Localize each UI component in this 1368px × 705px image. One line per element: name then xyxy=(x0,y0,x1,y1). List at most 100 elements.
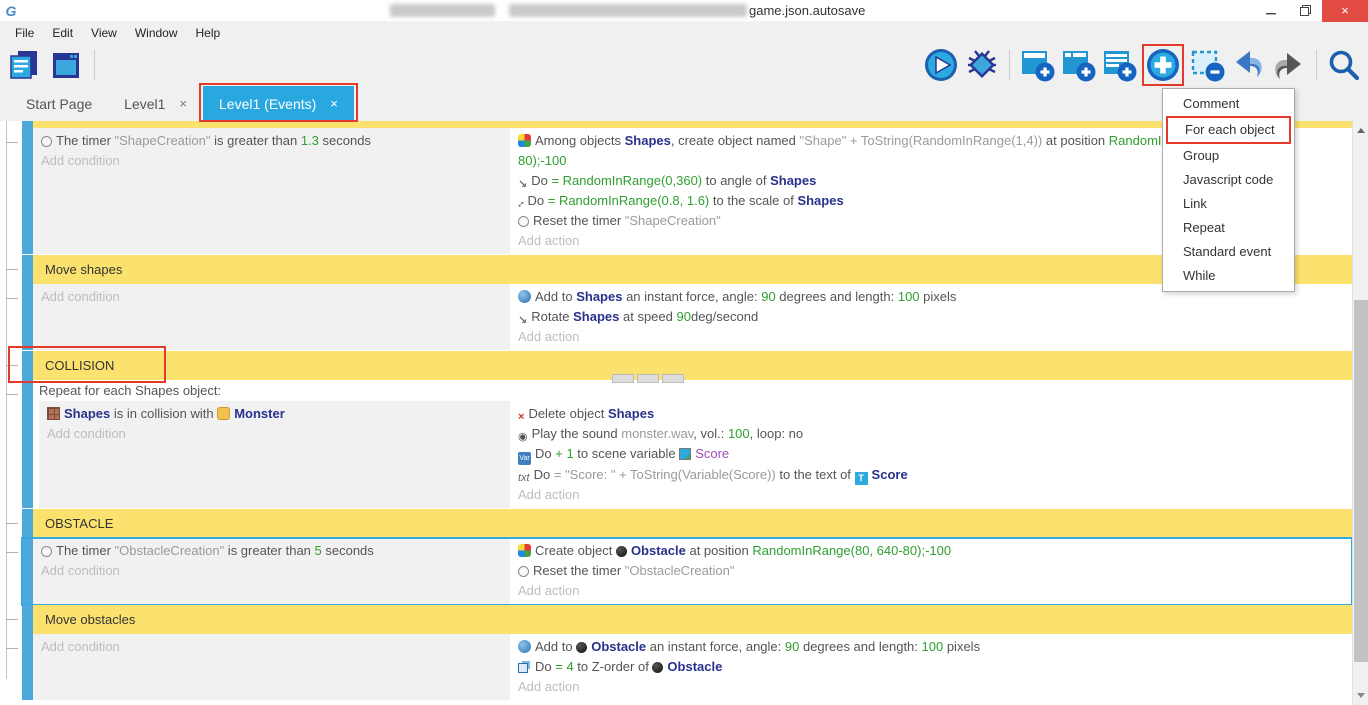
condition-line[interactable]: Shapes is in collision with Monster xyxy=(39,404,510,424)
menu-view[interactable]: View xyxy=(82,22,126,44)
event-row[interactable]: Add conditionAdd to Obstacle an instant … xyxy=(22,634,1352,701)
event-handle-bar[interactable] xyxy=(22,284,33,350)
action-line[interactable]: Create object Obstacle at position Rando… xyxy=(510,541,1352,561)
actions-column: ×Delete object Shapes◉Play the sound mon… xyxy=(510,401,1352,508)
text-segment: , create object named xyxy=(671,133,800,148)
text-segment: The timer xyxy=(56,133,115,148)
close-button[interactable]: × xyxy=(1322,0,1368,22)
obstacle-icon xyxy=(652,662,663,673)
sound-icon: ◉ xyxy=(518,431,528,444)
action-line[interactable]: ↘Rotate Shapes at speed 90deg/second xyxy=(510,307,1352,327)
event-handle-bar[interactable] xyxy=(22,128,33,254)
event-handle-bar[interactable] xyxy=(22,351,33,380)
context-menu-item-while[interactable]: While xyxy=(1163,264,1294,288)
event-row[interactable]: The timer "ShapeCreation" is greater tha… xyxy=(22,128,1352,255)
text-segment: Obstacle xyxy=(631,543,686,558)
action-line[interactable]: ×Delete object Shapes xyxy=(510,404,1352,424)
scroll-up-arrow-icon[interactable] xyxy=(1357,128,1365,133)
event-handle-bar[interactable] xyxy=(22,538,33,604)
event-handle-bar[interactable] xyxy=(22,509,33,538)
text-segment: at position xyxy=(1042,133,1109,148)
event-handle-bar[interactable] xyxy=(22,255,33,284)
action-line[interactable]: txtDo = "Score: " + ToString(Variable(Sc… xyxy=(510,465,1352,485)
tab-start-page[interactable]: Start Page xyxy=(10,86,108,121)
context-menu-item-group[interactable]: Group xyxy=(1163,144,1294,168)
undo-icon[interactable] xyxy=(1230,47,1266,83)
timer-icon xyxy=(518,566,529,577)
text-segment: is greater than xyxy=(210,133,300,148)
group-header-move-obstacles[interactable]: Move obstacles xyxy=(22,605,1352,634)
tab-label: Level1 xyxy=(124,96,165,112)
search-icon[interactable] xyxy=(1326,47,1362,83)
angle-icon: ↘ xyxy=(518,178,527,191)
scroll-down-arrow-icon[interactable] xyxy=(1357,693,1365,698)
add-action-placeholder[interactable]: Add action xyxy=(510,581,1352,601)
add-condition-placeholder[interactable]: Add condition xyxy=(33,151,510,171)
event-row[interactable]: Repeat for each Shapes object: Shapes is … xyxy=(22,380,1352,509)
event-row[interactable]: The timer "ObstacleCreation" is greater … xyxy=(22,538,1352,605)
add-condition-placeholder[interactable]: Add condition xyxy=(33,637,510,657)
text-segment: monster.wav xyxy=(621,426,693,441)
minimize-button[interactable] xyxy=(1254,0,1288,22)
group-header-obstacle[interactable]: OBSTACLE xyxy=(22,509,1352,538)
restore-button[interactable] xyxy=(1288,0,1322,22)
action-line[interactable]: ◉Play the sound monster.wav, vol.: 100, … xyxy=(510,424,1352,444)
condition-line[interactable]: The timer "ObstacleCreation" is greater … xyxy=(33,541,510,561)
play-icon[interactable] xyxy=(923,47,959,83)
remove-event-icon[interactable] xyxy=(1189,47,1225,83)
add-action-placeholder[interactable]: Add action xyxy=(510,677,1352,697)
scrollbar-thumb[interactable] xyxy=(1354,300,1368,662)
context-menu-item-javascript-code[interactable]: Javascript code xyxy=(1163,168,1294,192)
add-condition-placeholder[interactable]: Add condition xyxy=(33,287,510,307)
scene-window-icon[interactable] xyxy=(48,47,84,83)
text-segment: 100 xyxy=(728,426,750,441)
context-menu-item-standard-event[interactable]: Standard event xyxy=(1163,240,1294,264)
vertical-scrollbar[interactable] xyxy=(1352,121,1368,705)
add-action-placeholder[interactable]: Add action xyxy=(510,485,1352,505)
tab-close-icon[interactable]: × xyxy=(179,96,187,111)
action-line[interactable]: VarDo + 1 to scene variable Score xyxy=(510,444,1352,465)
context-menu-item-for-each-object[interactable]: For each object xyxy=(1168,118,1289,142)
toolbar-separator xyxy=(94,50,95,80)
action-line[interactable]: Do = 4 to Z-order of Obstacle xyxy=(510,657,1352,677)
add-subevent-icon[interactable] xyxy=(1060,47,1096,83)
project-manager-icon[interactable] xyxy=(6,47,42,83)
tab-level1-events-[interactable]: Level1 (Events)× xyxy=(203,86,354,121)
add-action-placeholder[interactable]: Add action xyxy=(510,327,1352,347)
event-handle-bar[interactable] xyxy=(22,634,33,700)
event-handle-bar[interactable] xyxy=(22,605,33,634)
text-segment: "Shape" + ToString(RandomInRange(1,4)) xyxy=(800,133,1043,148)
add-condition-placeholder[interactable]: Add condition xyxy=(39,424,510,444)
group-header-collision[interactable]: COLLISION xyxy=(22,351,1352,380)
add-comment-icon[interactable] xyxy=(1101,47,1137,83)
context-menu-item-repeat[interactable]: Repeat xyxy=(1163,216,1294,240)
text-segment: 1.3 xyxy=(301,133,319,148)
text-segment: to the text of xyxy=(776,467,855,482)
action-line[interactable]: Reset the timer "ObstacleCreation" xyxy=(510,561,1352,581)
add-condition-placeholder[interactable]: Add condition xyxy=(33,561,510,581)
menu-help[interactable]: Help xyxy=(187,22,230,44)
foreach-header[interactable]: Repeat for each Shapes object: xyxy=(33,380,1352,401)
text-segment: to angle of xyxy=(702,173,770,188)
tab-close-icon[interactable]: × xyxy=(330,96,338,111)
add-standard-event-icon[interactable] xyxy=(1019,47,1055,83)
redo-icon[interactable] xyxy=(1271,47,1307,83)
debug-icon[interactable] xyxy=(964,47,1000,83)
event-handle-bar[interactable] xyxy=(22,380,33,508)
context-menu-item-comment[interactable]: Comment xyxy=(1163,92,1294,116)
zorder-icon xyxy=(518,663,528,673)
scenevar-icon xyxy=(679,448,691,460)
context-menu-item-link[interactable]: Link xyxy=(1163,192,1294,216)
menu-file[interactable]: File xyxy=(6,22,43,44)
menu-window[interactable]: Window xyxy=(126,22,187,44)
text-segment: 90 xyxy=(761,289,775,304)
action-line[interactable]: Add to Obstacle an instant force, angle:… xyxy=(510,637,1352,657)
text-segment: 5 xyxy=(315,543,322,558)
menu-edit[interactable]: Edit xyxy=(43,22,82,44)
event-row[interactable]: Add conditionAdd to Shapes an instant fo… xyxy=(22,284,1352,351)
condition-line[interactable]: The timer "ShapeCreation" is greater tha… xyxy=(33,131,510,151)
add-event-type-icon[interactable] xyxy=(1145,47,1181,83)
group-header-move-shapes[interactable]: Move shapes xyxy=(22,255,1352,284)
text-segment: Shapes xyxy=(573,309,619,324)
tab-level1[interactable]: Level1 × xyxy=(108,86,203,121)
